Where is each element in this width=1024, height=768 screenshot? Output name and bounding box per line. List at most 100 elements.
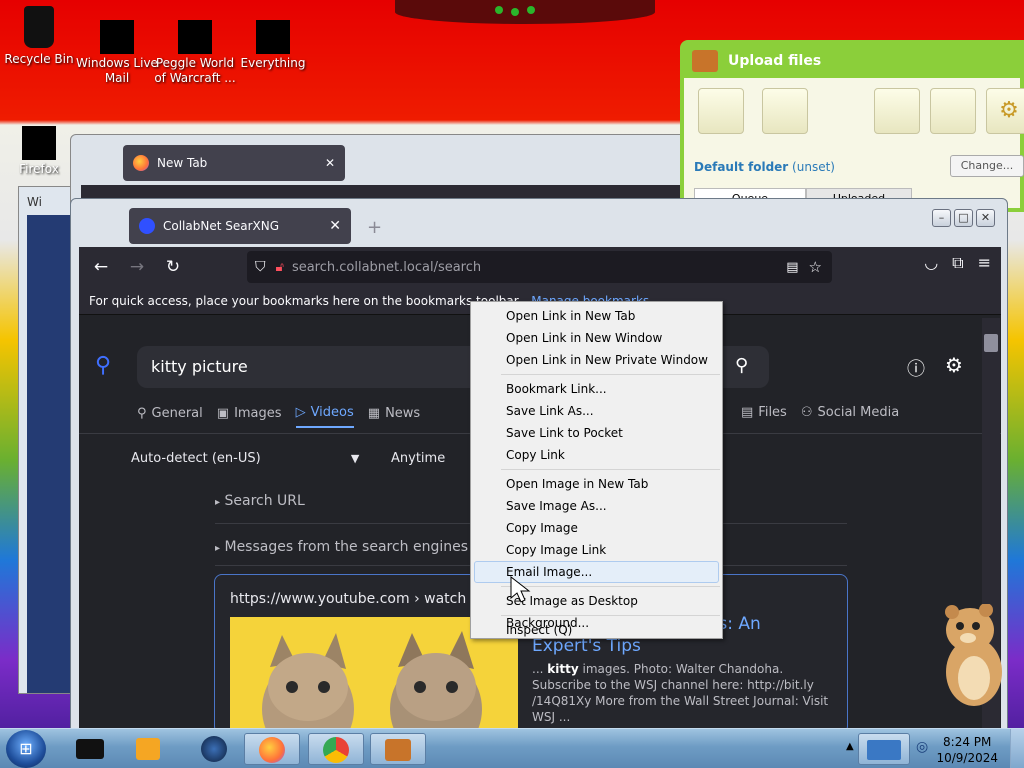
background-window-title: Wi	[27, 195, 42, 209]
hamster-mascot-icon	[945, 604, 1002, 706]
menu-item-open-link-new-window[interactable]: Open Link in New Window	[471, 327, 722, 349]
desktop-icon-everything[interactable]: Everything	[228, 20, 318, 71]
preferences-gear-icon[interactable]: ⚙	[945, 353, 963, 377]
upload-files-window[interactable]: Upload files ⚙ Default folder (unset) Ch…	[680, 40, 1024, 212]
image-icon: ▣	[216, 406, 230, 421]
desktop-icon-windows-live-mail[interactable]: Windows Live Mail	[72, 20, 162, 86]
search-icon[interactable]: ⚲	[735, 355, 748, 376]
clock[interactable]: 8:24 PM 10/9/2024	[936, 734, 998, 766]
tab-new-tab[interactable]: New Tab ✕	[123, 145, 345, 181]
network-icon	[867, 740, 901, 760]
desktop-icon-label: Windows Live Mail	[76, 56, 158, 85]
minimize-icon[interactable]: –	[932, 209, 951, 227]
menu-item-open-link-new-tab[interactable]: Open Link in New Tab	[471, 305, 722, 327]
shield-icon[interactable]: ⛉	[255, 259, 266, 275]
add-folder-button[interactable]	[762, 88, 808, 134]
menu-item-open-link-private-window[interactable]: Open Link in New Private Window	[471, 349, 722, 371]
bookmark-star-icon[interactable]: ☆	[809, 258, 822, 276]
category-images[interactable]: ▣ Images	[217, 405, 282, 428]
category-label: Images	[234, 406, 282, 421]
category-general[interactable]: ⚲ General	[137, 405, 203, 428]
engine-messages-toggle[interactable]: ▸ Messages from the search engines	[215, 539, 468, 555]
snippet-highlight: kitty	[547, 662, 579, 676]
menu-icon[interactable]: ≡	[978, 253, 991, 273]
searxng-logo-icon[interactable]: ⚲	[95, 353, 111, 378]
taskbar-chrome[interactable]	[308, 733, 364, 765]
reload-icon[interactable]: ↻	[159, 253, 187, 281]
category-files[interactable]: ▤ Files	[741, 405, 787, 426]
menu-item-copy-link[interactable]: Copy Link	[471, 444, 722, 466]
time-range-select[interactable]: Anytime ▼	[391, 451, 482, 466]
extensions-icon[interactable]: ⧉	[952, 253, 963, 273]
reader-view-icon[interactable]: ▤	[786, 260, 798, 275]
menu-item-set-desktop-background[interactable]: Set Image as Desktop Background...	[471, 590, 722, 630]
close-icon[interactable]: ✕	[325, 156, 335, 170]
change-folder-button[interactable]: Change...	[950, 155, 1024, 177]
start-button[interactable]: ⊞	[6, 730, 46, 768]
hamster-button[interactable]	[874, 88, 920, 134]
insecure-lock-icon[interactable]: 🔓︎	[276, 260, 284, 275]
menu-item-save-link-as[interactable]: Save Link As...	[471, 400, 722, 422]
paste-button[interactable]	[930, 88, 976, 134]
add-file-button[interactable]	[698, 88, 744, 134]
category-tabs: ⚲ General ▣ Images ▷ Videos ▦ News	[137, 405, 420, 428]
newspaper-icon: ▦	[367, 406, 381, 421]
globe-icon	[201, 736, 227, 762]
background-firefox-window[interactable]: New Tab ✕	[70, 134, 690, 205]
menu-item-copy-image-link[interactable]: Copy Image Link	[471, 539, 722, 561]
tray-expand-icon[interactable]: ▲	[846, 741, 854, 752]
upload-app-icon	[692, 50, 718, 72]
result-path: › watch	[414, 591, 467, 607]
menu-item-inspect[interactable]: Inspect (Q)	[471, 619, 722, 641]
settings-button[interactable]: ⚙	[986, 88, 1024, 134]
tray-app[interactable]	[858, 733, 910, 765]
menu-item-save-image-as[interactable]: Save Image As...	[471, 495, 722, 517]
language-select[interactable]: Auto-detect (en-US) ▼	[131, 451, 359, 466]
maximize-icon[interactable]: □	[954, 209, 973, 227]
wallpaper-decoration	[395, 0, 655, 24]
result-url[interactable]: https://www.youtube.com › watch	[230, 591, 466, 607]
default-folder-row: Default folder (unset)	[694, 160, 835, 174]
menu-item-save-link-pocket[interactable]: Save Link to Pocket	[471, 422, 722, 444]
category-label: Videos	[310, 405, 354, 420]
bookmarks-hint: For quick access, place your bookmarks h…	[89, 294, 522, 308]
url-bar[interactable]: ⛉ 🔓︎ search.collabnet.local/search ▤ ☆	[247, 251, 832, 283]
category-social-media[interactable]: ⚇ Social Media	[801, 405, 899, 426]
new-tab-icon[interactable]: +	[367, 217, 382, 238]
url-text: search.collabnet.local/search	[292, 260, 481, 275]
speaker-icon[interactable]: ◎	[916, 739, 928, 755]
pocket-icon[interactable]: ◡	[924, 253, 938, 273]
desktop-icon-label: Peggle World of Warcraft ...	[154, 56, 236, 85]
tab-collabnet-searxng[interactable]: CollabNet SearXNG ✕	[129, 208, 351, 244]
menu-separator	[501, 374, 720, 375]
search-url-toggle[interactable]: ▸ Search URL	[215, 493, 305, 509]
tab-label: New Tab	[157, 156, 208, 170]
taskbar-app-1[interactable]	[62, 733, 118, 765]
recycle-bin-icon	[24, 6, 54, 48]
menu-item-bookmark-link[interactable]: Bookmark Link...	[471, 378, 722, 400]
close-icon[interactable]: ✕	[976, 209, 995, 227]
upload-window-title: Upload files	[728, 53, 822, 69]
taskbar-app-2[interactable]	[120, 733, 176, 765]
menu-separator	[501, 586, 720, 587]
result-host: https://www.youtube.com	[230, 591, 410, 607]
desktop-icon-peggle[interactable]: Peggle World of Warcraft ...	[150, 20, 240, 86]
taskbar-upload-app[interactable]	[370, 733, 426, 765]
scrollbar-thumb[interactable]	[984, 334, 998, 352]
clock-time: 8:24 PM	[943, 735, 992, 749]
background-window[interactable]: Wi	[18, 186, 78, 694]
close-tab-icon[interactable]: ✕	[329, 218, 341, 234]
taskbar-firefox[interactable]	[244, 733, 300, 765]
navigation-toolbar: ← → ↻ ⛉ 🔓︎ search.collabnet.local/search…	[79, 247, 1001, 287]
category-videos[interactable]: ▷ Videos	[295, 405, 354, 428]
back-icon[interactable]: ←	[87, 253, 115, 281]
forward-icon[interactable]: →	[123, 253, 151, 281]
info-icon[interactable]: ⓘ	[907, 355, 925, 381]
menu-item-open-image-new-tab[interactable]: Open Image in New Tab	[471, 473, 722, 495]
menu-item-copy-image[interactable]: Copy Image	[471, 517, 722, 539]
firefox-icon	[22, 126, 56, 160]
category-news[interactable]: ▦ News	[368, 405, 420, 428]
taskbar-app-3[interactable]	[186, 733, 242, 765]
category-label: Social Media	[817, 405, 900, 420]
show-desktop-button[interactable]	[1010, 729, 1024, 768]
